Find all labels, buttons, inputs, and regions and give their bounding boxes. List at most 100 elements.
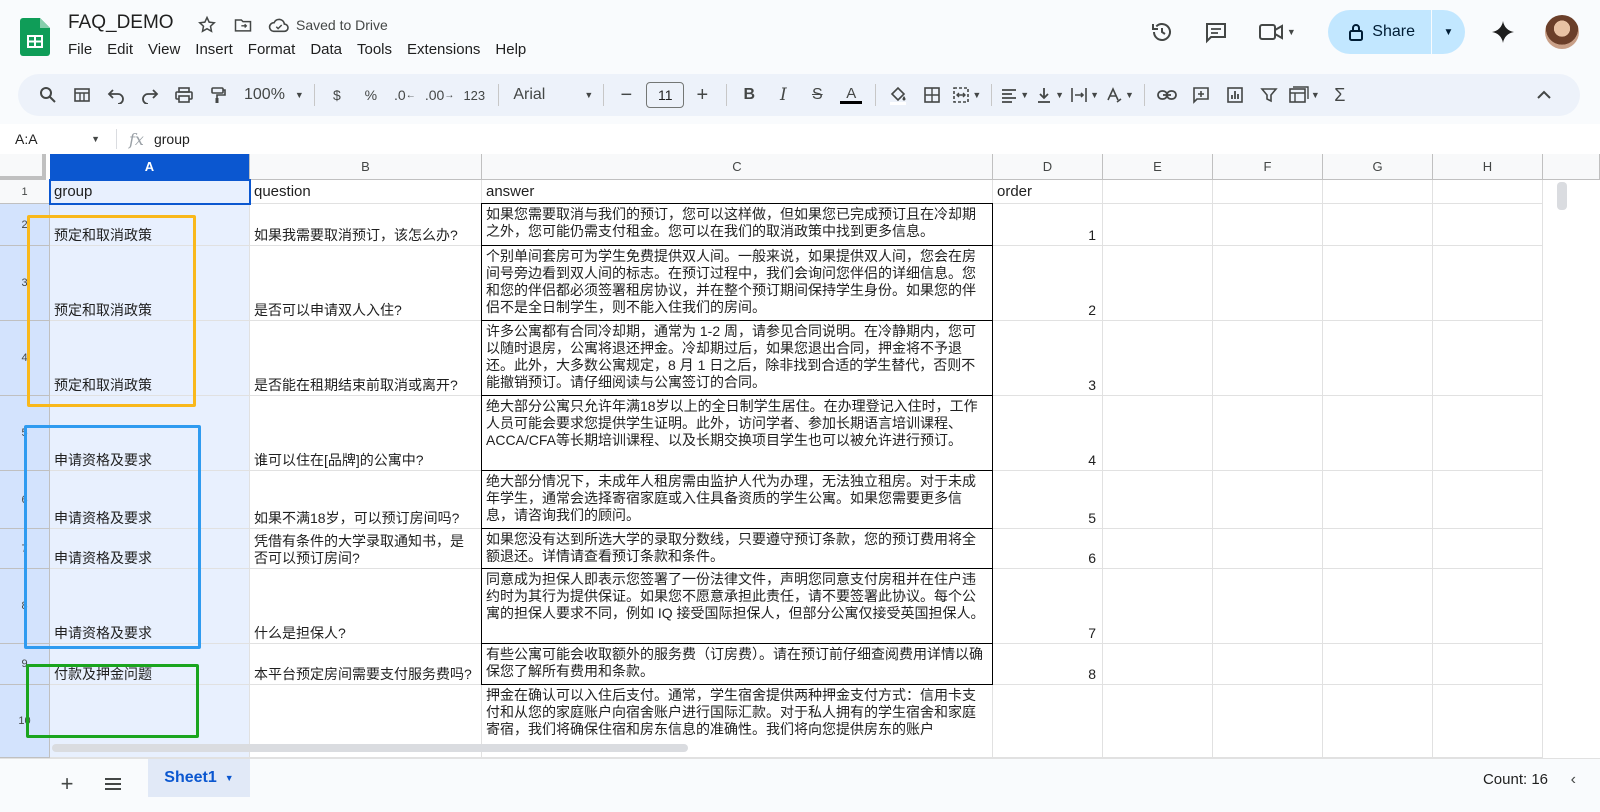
account-avatar[interactable] [1545,15,1579,49]
borders-icon[interactable] [918,81,946,109]
star-icon[interactable] [196,14,218,36]
fill-color-icon[interactable] [884,81,912,109]
table-cell[interactable]: 1 [993,204,1103,246]
insert-link-icon[interactable] [1153,81,1181,109]
table-cell[interactable] [1103,246,1213,321]
table-cell[interactable] [1323,246,1433,321]
table-cell[interactable]: 5 [993,471,1103,529]
side-panel-toggle-icon[interactable]: ‹ [1571,771,1576,789]
menu-view[interactable]: View [148,41,189,58]
insert-chart-icon[interactable] [1221,81,1249,109]
row-header-8[interactable]: 8 [0,569,50,644]
text-color-icon[interactable]: A [837,81,865,109]
table-cell[interactable] [1433,321,1543,396]
merge-cells-icon[interactable]: ▼ [952,81,981,109]
table-cell[interactable] [1213,644,1323,685]
document-title[interactable]: FAQ_DEMO [68,12,174,34]
table-cell[interactable]: 8 [993,644,1103,685]
tables-icon[interactable] [68,81,96,109]
table-cell[interactable] [1213,246,1323,321]
meet-icon[interactable]: ▼ [1250,12,1304,52]
filter-icon[interactable] [1255,81,1283,109]
row-header-1[interactable]: 1 [0,180,50,204]
table-cell[interactable]: 4 [993,396,1103,471]
menu-help[interactable]: Help [495,41,535,58]
column-header-a[interactable]: A [50,154,250,180]
search-menus-icon[interactable] [34,81,62,109]
vertical-scrollbar[interactable] [1557,182,1567,210]
column-header-b[interactable]: B [250,154,482,180]
menu-edit[interactable]: Edit [107,41,142,58]
header-cell[interactable] [1103,180,1213,204]
table-cell[interactable]: 申请资格及要求 [50,529,250,569]
table-cell[interactable] [1433,396,1543,471]
table-cell[interactable]: 如果我需要取消预订，该怎么办? [250,204,482,246]
header-cell[interactable]: group [50,180,250,204]
table-cell[interactable] [1323,396,1433,471]
share-dropdown-icon[interactable]: ▼ [1431,10,1465,54]
table-cell[interactable]: 2 [993,246,1103,321]
table-cell[interactable]: 预定和取消政策 [50,204,250,246]
header-cell[interactable]: question [250,180,482,204]
font-size-input[interactable]: 11 [646,82,685,108]
horizontal-scrollbar[interactable] [52,744,688,752]
table-cell[interactable]: 谁可以住在[品牌]的公寓中? [250,396,482,471]
table-cell[interactable] [1323,569,1433,644]
table-cell[interactable]: 申请资格及要求 [50,471,250,529]
insert-comment-icon[interactable] [1187,81,1215,109]
table-cell[interactable] [1213,529,1323,569]
table-cell[interactable] [993,685,1103,758]
table-cell[interactable] [1103,204,1213,246]
table-cell[interactable]: 什么是担保人? [250,569,482,644]
table-cell[interactable] [1433,644,1543,685]
spreadsheet-grid[interactable]: A B C D E F G H 1 group question answer order 2 预定和取消政… [0,154,1600,758]
bold-icon[interactable]: B [735,81,763,109]
table-cell[interactable] [1213,396,1323,471]
header-cell[interactable]: order [993,180,1103,204]
table-cell[interactable]: 申请资格及要求 [50,569,250,644]
table-cell[interactable]: 凭借有条件的大学录取通知书，是否可以预订房间? [250,529,482,569]
hide-menus-icon[interactable] [1530,81,1558,109]
row-header-4[interactable]: 4 [0,321,50,396]
move-folder-icon[interactable] [232,14,254,36]
vertical-align-icon[interactable]: ▼ [1035,81,1064,109]
row-header-5[interactable]: 5 [0,396,50,471]
column-header-g[interactable]: G [1323,154,1433,180]
column-header-d[interactable]: D [993,154,1103,180]
table-cell[interactable] [1323,471,1433,529]
print-icon[interactable] [170,81,198,109]
table-cell[interactable] [1103,321,1213,396]
table-cell[interactable] [1323,644,1433,685]
table-cell[interactable] [1433,529,1543,569]
column-header-f[interactable]: F [1213,154,1323,180]
share-main[interactable]: Share [1328,10,1431,54]
selection-count[interactable]: Count: 16 [1483,771,1548,788]
paint-format-icon[interactable] [204,81,232,109]
row-header-6[interactable]: 6 [0,471,50,529]
table-cell[interactable] [1103,644,1213,685]
table-cell[interactable] [1433,246,1543,321]
increase-decimal-button[interactable]: .00 → [425,81,454,109]
row-header-2[interactable]: 2 [0,204,50,246]
decrease-decimal-button[interactable]: .0 ← [391,81,419,109]
share-button[interactable]: Share ▼ [1328,10,1465,54]
format-currency-button[interactable]: $ [323,81,351,109]
table-cell[interactable] [1103,471,1213,529]
add-sheet-icon[interactable]: + [52,769,82,799]
table-cell[interactable]: 申请资格及要求 [50,396,250,471]
table-cell[interactable] [1433,204,1543,246]
header-cell[interactable] [1213,180,1323,204]
comments-icon[interactable] [1196,12,1236,52]
table-cell[interactable]: 如果不满18岁，可以预订房间吗? [250,471,482,529]
font-select[interactable]: Arial ▼ [507,86,599,104]
menu-insert[interactable]: Insert [195,41,242,58]
menu-data[interactable]: Data [310,41,351,58]
menu-extensions[interactable]: Extensions [407,41,489,58]
italic-icon[interactable]: I [769,81,797,109]
strikethrough-icon[interactable]: S [803,81,831,109]
table-cell[interactable]: 是否能在租期结束前取消或离开? [250,321,482,396]
save-status[interactable]: Saved to Drive [268,16,388,34]
gemini-icon[interactable] [1483,12,1523,52]
table-cell[interactable]: 付款及押金问题 [50,644,250,685]
table-cell[interactable] [1323,204,1433,246]
